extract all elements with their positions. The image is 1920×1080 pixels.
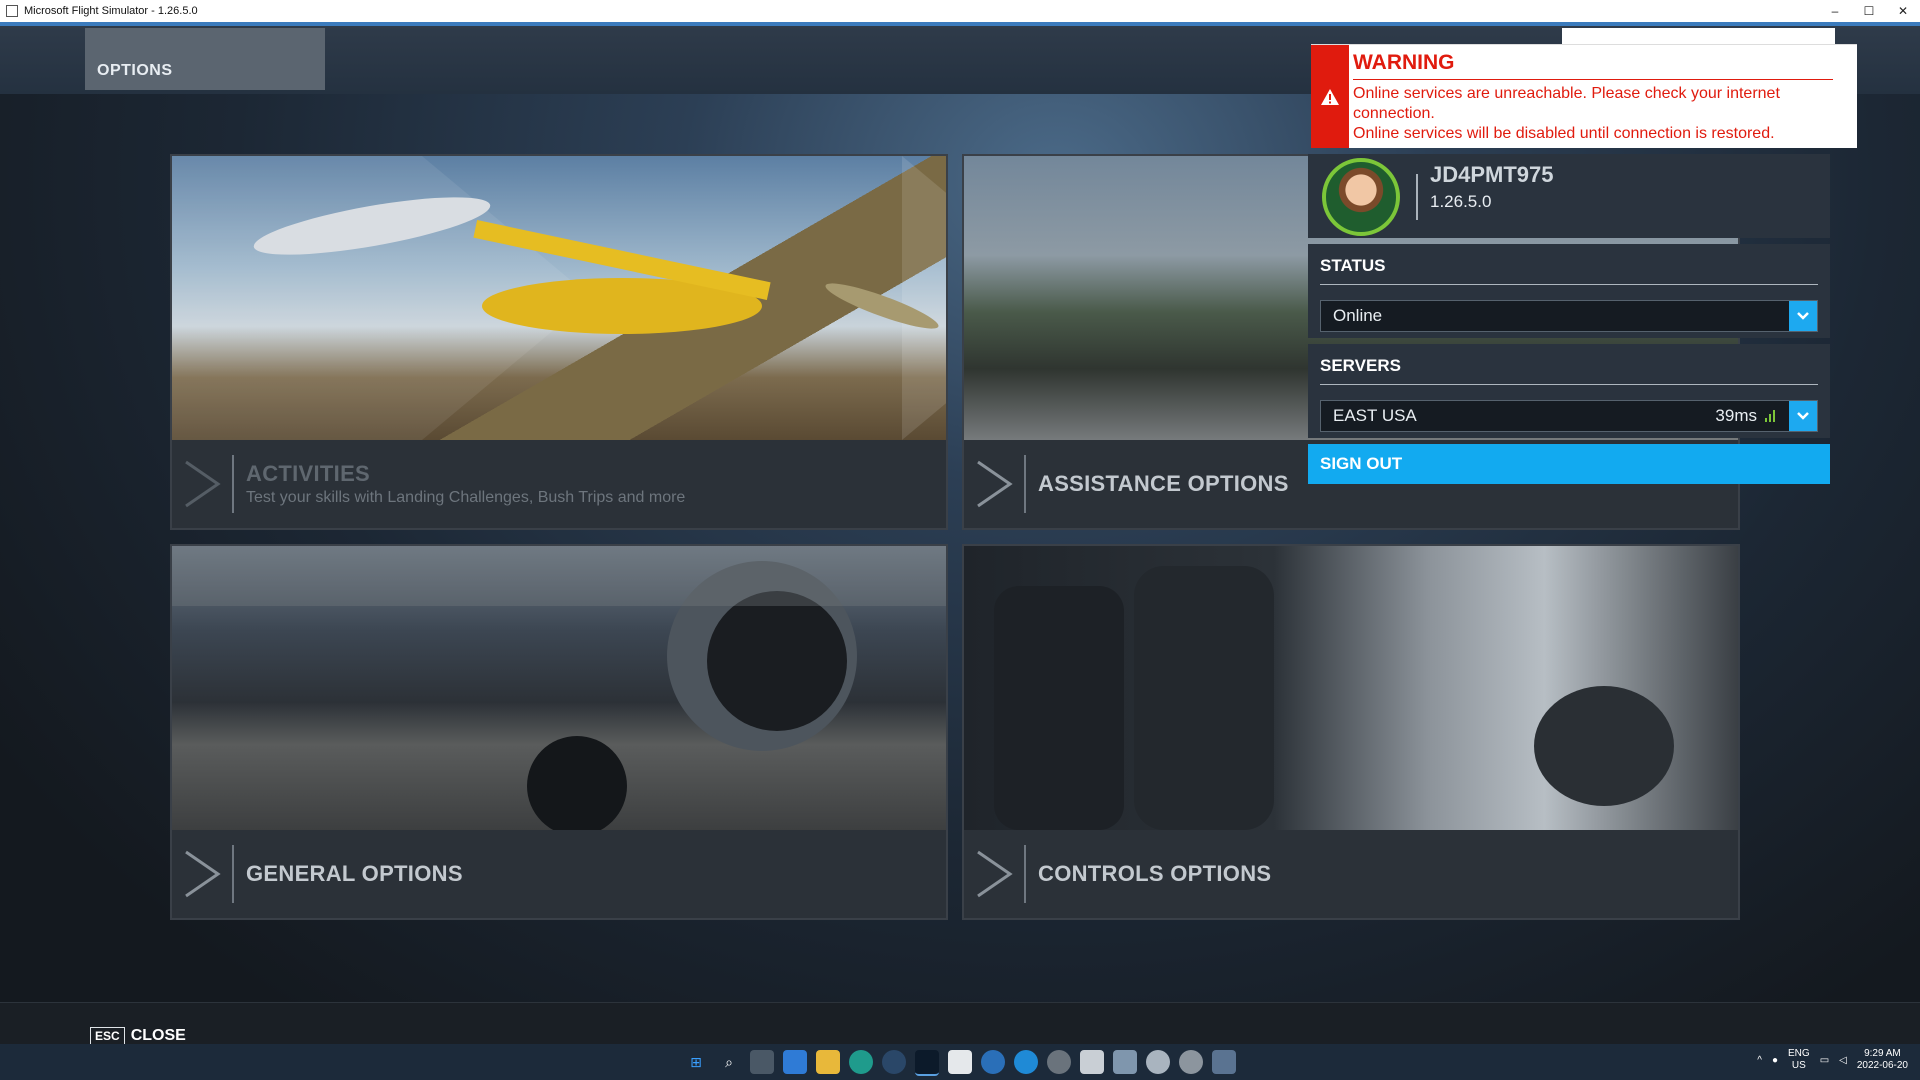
language-indicator[interactable]: ENG US: [1788, 1048, 1810, 1072]
steam-icon[interactable]: [882, 1050, 906, 1074]
chevron-right-icon: [185, 850, 221, 898]
chevron-up-icon[interactable]: ^: [1757, 1055, 1762, 1066]
tab-options-label: OPTIONS: [97, 62, 173, 79]
chevron-down-icon[interactable]: [1789, 401, 1817, 431]
app-icon[interactable]: [1212, 1050, 1236, 1074]
warning-message-1: Online services are unreachable. Please …: [1353, 85, 1780, 122]
status-header: STATUS: [1320, 256, 1386, 275]
activities-label-row: ACTIVITIES Test your skills with Landing…: [172, 440, 946, 528]
airliner-illustration: [172, 546, 946, 836]
app-icon[interactable]: [1080, 1050, 1104, 1074]
warning-toast: WARNING Online services are unreachable.…: [1311, 44, 1857, 148]
volume-icon[interactable]: ◁: [1839, 1055, 1847, 1066]
server-ping: 39ms: [1715, 406, 1757, 425]
chevron-right-icon: [977, 850, 1013, 898]
store-icon[interactable]: [783, 1050, 807, 1074]
clock[interactable]: 9:29 AM 2022-06-20: [1857, 1048, 1908, 1072]
taskbar: ⊞ ⌕ ^ ● ENG US ▭ ◁ 9:29 AM 2022-06-20: [0, 1044, 1920, 1080]
app-icon[interactable]: [1179, 1050, 1203, 1074]
activities-subtitle: Test your skills with Landing Challenges…: [246, 489, 686, 506]
chevron-right-icon: [185, 460, 221, 508]
servers-rule: [1320, 384, 1818, 385]
profile-header: JD4PMT975 1.26.5.0: [1308, 154, 1830, 238]
warning-message-2: Online services will be disabled until c…: [1353, 125, 1775, 142]
maximize-button[interactable]: ☐: [1852, 4, 1886, 18]
esc-key: ESC: [90, 1027, 125, 1045]
minimize-button[interactable]: –: [1818, 4, 1852, 18]
system-tray: ^ ● ENG US ▭ ◁ 9:29 AM 2022-06-20: [1757, 1048, 1908, 1072]
edge-icon[interactable]: [849, 1050, 873, 1074]
aircraft-illustration: [172, 156, 946, 440]
app-icon[interactable]: [1146, 1050, 1170, 1074]
close-button[interactable]: ESC CLOSE: [90, 1027, 186, 1045]
tab-options[interactable]: OPTIONS: [85, 28, 325, 90]
warning-top-strip: [1562, 28, 1835, 44]
close-label: CLOSE: [130, 1027, 186, 1044]
status-section: STATUS Online: [1308, 244, 1830, 338]
app-icon[interactable]: [1113, 1050, 1137, 1074]
server-value: EAST USA: [1333, 406, 1417, 425]
servers-header: SERVERS: [1320, 356, 1401, 375]
status-dropdown[interactable]: Online: [1320, 300, 1818, 332]
controls-title: CONTROLS OPTIONS: [1038, 861, 1272, 886]
activities-image: [172, 156, 946, 440]
app-icon[interactable]: [981, 1050, 1005, 1074]
sign-out-label: SIGN OUT: [1320, 454, 1403, 473]
server-dropdown[interactable]: EAST USA 39ms: [1320, 400, 1818, 432]
warning-rule: [1353, 79, 1833, 80]
tile-separator: [1024, 455, 1026, 513]
tile-separator: [232, 845, 234, 903]
flight-sim-icon[interactable]: [915, 1050, 939, 1076]
tile-activities[interactable]: ACTIVITIES Test your skills with Landing…: [170, 154, 948, 530]
controls-image: [964, 546, 1738, 830]
microphone-icon[interactable]: ●: [1772, 1055, 1778, 1066]
language-region: US: [1791, 1060, 1806, 1071]
close-window-button[interactable]: ✕: [1886, 4, 1920, 18]
status-rule: [1320, 284, 1818, 285]
tile-controls[interactable]: CONTROLS OPTIONS: [962, 544, 1740, 920]
windows-start-icon[interactable]: ⊞: [684, 1050, 708, 1074]
servers-section: SERVERS EAST USA 39ms: [1308, 344, 1830, 438]
username: JD4PMT975: [1430, 162, 1554, 187]
warning-title: WARNING: [1353, 51, 1455, 74]
app-icon[interactable]: [948, 1050, 972, 1074]
clock-time: 9:29 AM: [1864, 1048, 1901, 1059]
file-explorer-icon[interactable]: [816, 1050, 840, 1074]
tile-separator: [232, 455, 234, 513]
language-code: ENG: [1788, 1048, 1810, 1059]
activities-title: ACTIVITIES: [246, 461, 371, 486]
app-icon[interactable]: [1047, 1050, 1071, 1074]
profile-panel: JD4PMT975 1.26.5.0 STATUS Online SERVERS…: [1308, 154, 1830, 490]
chevron-right-icon: [977, 460, 1013, 508]
window-controls: – ☐ ✕: [1818, 4, 1920, 18]
app-icon: [6, 5, 18, 17]
signal-strength-icon: [1765, 410, 1775, 422]
general-label-row: GENERAL OPTIONS: [172, 830, 946, 918]
warning-triangle-icon: [1321, 88, 1339, 105]
task-view-icon[interactable]: [750, 1050, 774, 1074]
controls-label-row: CONTROLS OPTIONS: [964, 830, 1738, 918]
version-label: 1.26.5.0: [1430, 192, 1492, 211]
app-icon[interactable]: [1014, 1050, 1038, 1074]
chevron-down-icon[interactable]: [1789, 301, 1817, 331]
options-screen: OPTIONS ACTIVITIES Test your skills with…: [0, 26, 1920, 1071]
status-value: Online: [1333, 306, 1383, 325]
clock-date: 2022-06-20: [1856, 1060, 1908, 1071]
network-icon[interactable]: ▭: [1820, 1055, 1829, 1066]
window-title: Microsoft Flight Simulator - 1.26.5.0: [24, 5, 198, 17]
profile-separator: [1416, 174, 1418, 220]
window-title-bar: Microsoft Flight Simulator - 1.26.5.0 – …: [0, 0, 1920, 23]
search-icon[interactable]: ⌕: [717, 1050, 741, 1074]
general-image: [172, 546, 946, 836]
sign-out-button[interactable]: SIGN OUT: [1308, 444, 1830, 484]
assistance-title: ASSISTANCE OPTIONS: [1038, 471, 1289, 496]
warning-bar: [1311, 45, 1349, 148]
taskbar-icons: ⊞ ⌕: [684, 1050, 1236, 1076]
tile-general[interactable]: GENERAL OPTIONS: [170, 544, 948, 920]
general-title: GENERAL OPTIONS: [246, 861, 463, 886]
avatar[interactable]: [1322, 158, 1400, 236]
tile-separator: [1024, 845, 1026, 903]
cockpit-illustration: [994, 566, 1674, 830]
